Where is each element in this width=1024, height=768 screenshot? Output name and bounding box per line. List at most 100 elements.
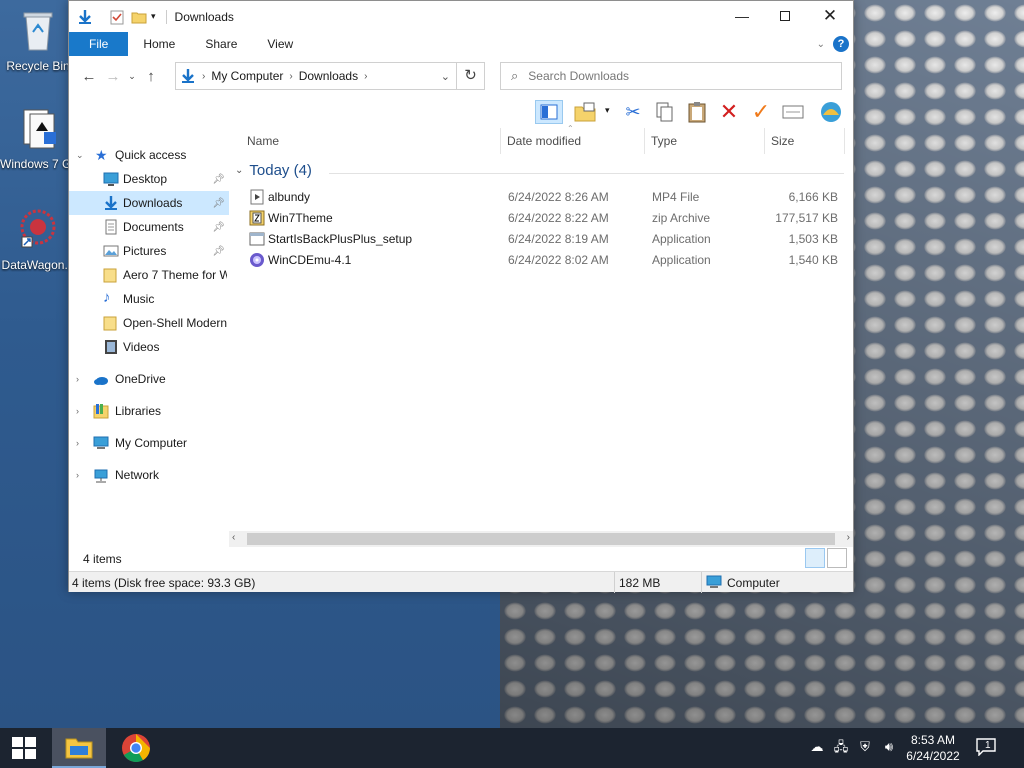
desktop-icon-windows7-games[interactable]: Windows 7 Games for... (0, 106, 76, 171)
nav-item-open-shell[interactable]: Open-Shell Modern (69, 311, 229, 335)
tab-view[interactable]: View (252, 32, 308, 56)
pin-icon[interactable]: 📌︎ (212, 222, 225, 233)
security-shield-icon[interactable]: ⛨ (856, 738, 874, 756)
address-bar[interactable]: › My Computer › Downloads › ⌄ (175, 62, 457, 90)
delete-button[interactable]: ✕ (717, 99, 741, 124)
file-row[interactable]: WinCDEmu-4.1 6/24/2022 8:02 AM Applicati… (239, 250, 839, 271)
computer-icon (706, 575, 722, 588)
paste-button[interactable] (685, 100, 709, 124)
breadcrumb-chevron-icon[interactable]: › (202, 71, 205, 82)
address-history-icon[interactable]: ⌄ (441, 70, 450, 83)
nav-item-music[interactable]: ♪ Music (69, 287, 229, 311)
collapse-group-chevron-icon: ⌄ (235, 165, 244, 176)
column-header-date[interactable]: Date modified ⌃ (501, 124, 645, 154)
download-arrow-icon[interactable] (77, 9, 93, 25)
large-icons-view-button[interactable] (827, 548, 847, 568)
ribbon-tabs: File Home Share View ⌄ ? (69, 32, 853, 56)
collapse-chevron-icon[interactable]: ⌄ (76, 150, 84, 161)
taskbar-clock[interactable]: 8:53 AM 6/24/2022 (900, 732, 966, 764)
expand-ribbon-icon[interactable]: ⌄ (817, 39, 825, 50)
scroll-right-icon[interactable]: › (847, 532, 850, 543)
select-button[interactable]: ✓ (749, 99, 773, 124)
file-row[interactable]: albundy 6/24/2022 8:26 AM MP4 File 6,166… (239, 187, 839, 208)
action-center-button[interactable]: 1 (976, 738, 998, 758)
nav-my-computer[interactable]: › My Computer (69, 431, 229, 455)
forward-arrow-icon[interactable]: → (101, 68, 125, 85)
nav-onedrive[interactable]: › OneDrive (69, 367, 229, 391)
nav-item-documents[interactable]: Documents 📌︎ (69, 215, 229, 239)
expand-chevron-icon[interactable]: › (76, 406, 79, 416)
command-toolbar: ▾ ✂ ✕ ✓ (69, 96, 853, 128)
nav-item-downloads[interactable]: Downloads 📌︎ (69, 191, 229, 215)
folder-icon (103, 268, 117, 283)
group-header-today[interactable]: ⌄ Today (4) (235, 162, 312, 179)
nav-item-desktop[interactable]: Desktop 📌︎ (69, 167, 229, 191)
search-input[interactable]: ⌕ Search Downloads (500, 62, 842, 90)
refresh-icon: ↻ (464, 67, 477, 84)
nav-quick-access[interactable]: ⌄ ★ Quick access (69, 143, 229, 167)
nav-item-pictures[interactable]: Pictures 📌︎ (69, 239, 229, 263)
column-header-name[interactable]: Name (241, 128, 501, 154)
group-divider (329, 173, 844, 174)
minimize-button[interactable]: — (719, 1, 765, 31)
nav-network[interactable]: › Network (69, 463, 229, 487)
network-tray-icon[interactable]: 🖧︎ (832, 738, 850, 756)
cut-button[interactable]: ✂ (621, 100, 645, 124)
expand-chevron-icon[interactable]: › (76, 470, 79, 480)
volume-icon[interactable]: 🔊︎ (880, 738, 898, 756)
dropdown-arrow-icon[interactable]: ▾ (605, 105, 610, 116)
tab-home[interactable]: Home (128, 32, 190, 56)
desktop-icon-recycle-bin[interactable]: Recycle Bin (0, 8, 76, 73)
item-count: 4 items (83, 552, 122, 566)
column-header-type[interactable]: Type (645, 128, 765, 154)
preview-pane-button[interactable] (535, 100, 563, 124)
nav-item-videos[interactable]: Videos (69, 335, 229, 359)
status-location: Computer (727, 576, 780, 590)
back-arrow-icon[interactable]: ← (77, 68, 101, 85)
expand-chevron-icon[interactable]: › (76, 374, 79, 384)
up-arrow-icon[interactable]: ↑ (139, 68, 163, 85)
file-row[interactable]: StartIsBackPlusPlus_setup 6/24/2022 8:19… (239, 229, 839, 250)
expand-chevron-icon[interactable]: › (76, 438, 79, 448)
taskbar-file-explorer[interactable] (52, 728, 106, 768)
breadcrumb-chevron-icon[interactable]: › (289, 71, 292, 82)
copy-button[interactable] (653, 100, 677, 124)
close-button[interactable]: ✕ (807, 1, 853, 31)
delete-x-icon: ✕ (719, 99, 739, 124)
status-selection-size: 182 MB (619, 576, 661, 590)
nav-libraries[interactable]: › Libraries (69, 399, 229, 423)
recent-locations-icon[interactable]: ⌄ (125, 71, 139, 82)
tab-share[interactable]: Share (190, 32, 252, 56)
nav-item-aero7-theme[interactable]: Aero 7 Theme for W (69, 263, 229, 287)
cloud-offline-icon[interactable]: ☁ (808, 738, 826, 756)
file-row[interactable]: Win7Theme 6/24/2022 8:22 AM zip Archive … (239, 208, 839, 229)
scroll-left-icon[interactable]: ‹ (232, 532, 235, 543)
properties-icon[interactable] (109, 9, 125, 25)
help-icon[interactable]: ? (833, 36, 849, 52)
tab-file[interactable]: File (69, 32, 129, 56)
pin-icon[interactable]: 📌︎ (212, 174, 225, 185)
desktop-icon-datawagon[interactable]: DataWagon... (0, 207, 76, 272)
pin-icon[interactable]: 📌︎ (212, 246, 225, 257)
details-view-button[interactable] (805, 548, 825, 568)
taskbar-chrome[interactable] (110, 728, 162, 768)
breadcrumb-my-computer[interactable]: My Computer (211, 69, 283, 83)
search-icon: ⌕ (511, 68, 519, 83)
cloud-icon (94, 377, 108, 385)
rename-button[interactable] (781, 100, 805, 124)
shell-button[interactable] (819, 100, 843, 124)
breadcrumb-downloads[interactable]: Downloads (299, 69, 358, 83)
start-button[interactable] (0, 728, 48, 768)
rename-icon (782, 105, 804, 119)
breadcrumb-chevron-icon[interactable]: › (364, 71, 367, 82)
refresh-button[interactable]: ↻ (457, 62, 485, 90)
title-bar: ▾ Downloads — ✕ (69, 1, 853, 32)
properties-folder-button[interactable] (573, 100, 597, 124)
horizontal-scrollbar[interactable]: ‹ › (229, 531, 853, 547)
maximize-button[interactable] (762, 1, 808, 31)
customize-quick-access-icon[interactable]: ▾ (151, 11, 156, 22)
scrollbar-thumb[interactable] (247, 533, 835, 545)
new-folder-icon[interactable] (131, 9, 147, 25)
column-header-size[interactable]: Size (765, 128, 845, 154)
pin-icon[interactable]: 📌︎ (212, 198, 225, 209)
